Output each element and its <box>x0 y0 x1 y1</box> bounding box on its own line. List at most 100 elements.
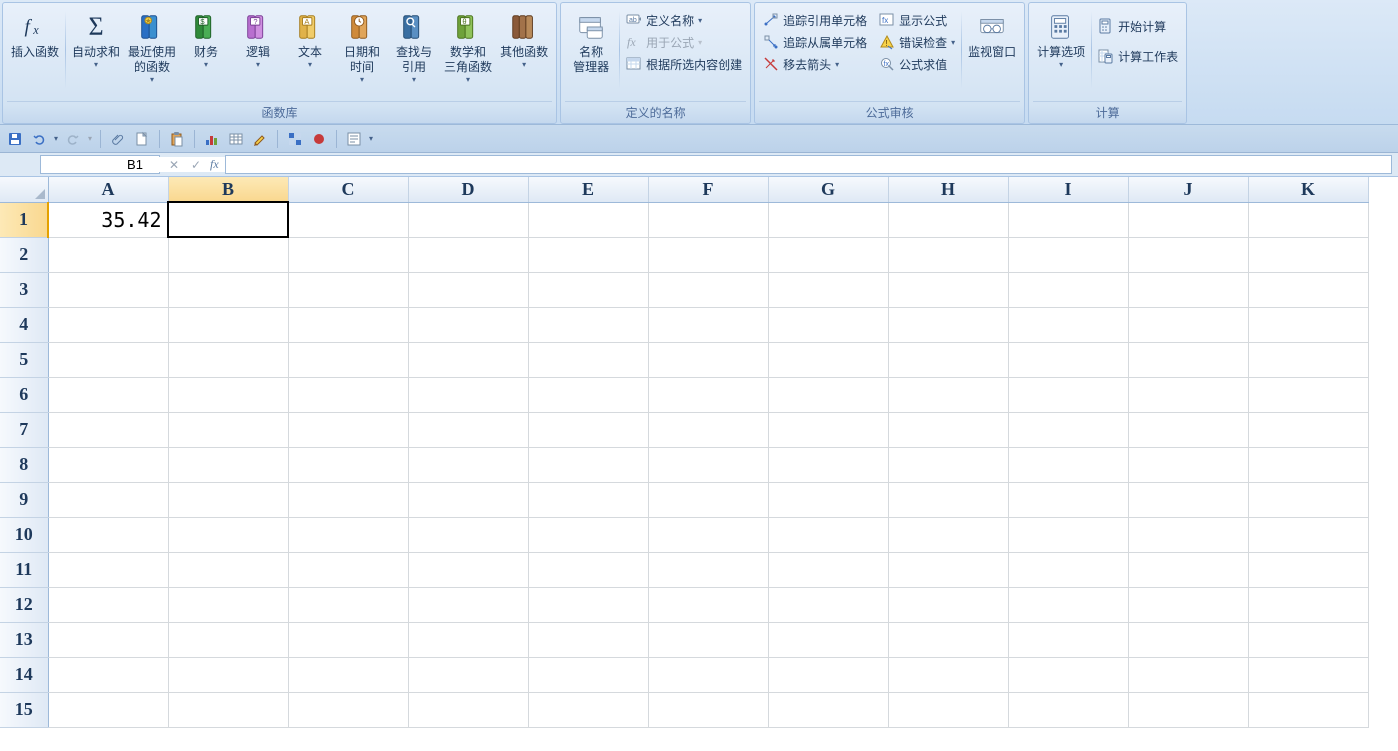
cell-J12[interactable] <box>1128 587 1248 622</box>
cell-B8[interactable] <box>168 447 288 482</box>
cell-G5[interactable] <box>768 342 888 377</box>
properties-icon[interactable] <box>345 130 363 148</box>
column-header-B[interactable]: B <box>168 177 288 202</box>
cell-B9[interactable] <box>168 482 288 517</box>
cell-E15[interactable] <box>528 692 648 727</box>
cell-H15[interactable] <box>888 692 1008 727</box>
watch-window-button[interactable]: 监视窗口 <box>964 5 1020 95</box>
cell-I15[interactable] <box>1008 692 1128 727</box>
row-header-7[interactable]: 7 <box>0 412 48 447</box>
math-button[interactable]: θ 数学和 三角函数 ▾ <box>440 5 496 95</box>
cell-A14[interactable] <box>48 657 168 692</box>
record-macro-icon[interactable] <box>310 130 328 148</box>
cell-A10[interactable] <box>48 517 168 552</box>
column-header-H[interactable]: H <box>888 177 1008 202</box>
redo-icon[interactable] <box>64 130 82 148</box>
cell-H13[interactable] <box>888 622 1008 657</box>
cell-K2[interactable] <box>1248 237 1368 272</box>
cell-F4[interactable] <box>648 307 768 342</box>
cell-J4[interactable] <box>1128 307 1248 342</box>
cell-A9[interactable] <box>48 482 168 517</box>
cell-B11[interactable] <box>168 552 288 587</box>
cell-C13[interactable] <box>288 622 408 657</box>
cell-B14[interactable] <box>168 657 288 692</box>
cancel-icon[interactable]: ✕ <box>166 158 182 172</box>
paste-icon[interactable] <box>168 130 186 148</box>
cell-I12[interactable] <box>1008 587 1128 622</box>
trace-precedents-button[interactable]: 追踪引用单元格 <box>759 9 871 31</box>
cell-G7[interactable] <box>768 412 888 447</box>
cell-E10[interactable] <box>528 517 648 552</box>
formula-bar[interactable] <box>225 155 1392 174</box>
cell-D7[interactable] <box>408 412 528 447</box>
cell-E1[interactable] <box>528 202 648 237</box>
row-header-6[interactable]: 6 <box>0 377 48 412</box>
cell-K4[interactable] <box>1248 307 1368 342</box>
cell-B5[interactable] <box>168 342 288 377</box>
cell-H7[interactable] <box>888 412 1008 447</box>
cell-A6[interactable] <box>48 377 168 412</box>
cell-H11[interactable] <box>888 552 1008 587</box>
cell-B7[interactable] <box>168 412 288 447</box>
cell-F3[interactable] <box>648 272 768 307</box>
calculate-now-button[interactable]: 开始计算 <box>1094 15 1182 37</box>
cell-F11[interactable] <box>648 552 768 587</box>
undo-icon[interactable] <box>30 130 48 148</box>
cell-B13[interactable] <box>168 622 288 657</box>
cell-K14[interactable] <box>1248 657 1368 692</box>
cell-H3[interactable] <box>888 272 1008 307</box>
row-header-1[interactable]: 1 <box>0 202 48 237</box>
insert-function-button[interactable]: fx 插入函数 <box>7 5 63 95</box>
row-header-2[interactable]: 2 <box>0 237 48 272</box>
error-check-button[interactable]: ! 错误检查 ▾ <box>875 31 959 53</box>
cell-I5[interactable] <box>1008 342 1128 377</box>
cell-B15[interactable] <box>168 692 288 727</box>
remove-arrows-button[interactable]: 移去箭头 ▾ <box>759 53 871 75</box>
cell-H9[interactable] <box>888 482 1008 517</box>
cell-G1[interactable] <box>768 202 888 237</box>
cell-J11[interactable] <box>1128 552 1248 587</box>
calculate-sheet-button[interactable]: 计算工作表 <box>1094 45 1182 67</box>
cell-I13[interactable] <box>1008 622 1128 657</box>
cell-B1[interactable] <box>168 202 288 237</box>
cell-J6[interactable] <box>1128 377 1248 412</box>
edit-icon[interactable] <box>251 130 269 148</box>
cell-B3[interactable] <box>168 272 288 307</box>
name-manager-button[interactable]: 名称 管理器 <box>565 5 617 95</box>
pivot-icon[interactable] <box>286 130 304 148</box>
cell-F10[interactable] <box>648 517 768 552</box>
datetime-button[interactable]: 日期和 时间 ▾ <box>336 5 388 95</box>
row-header-13[interactable]: 13 <box>0 622 48 657</box>
cell-E2[interactable] <box>528 237 648 272</box>
cell-E6[interactable] <box>528 377 648 412</box>
cell-E3[interactable] <box>528 272 648 307</box>
cell-D12[interactable] <box>408 587 528 622</box>
cell-D6[interactable] <box>408 377 528 412</box>
cell-B6[interactable] <box>168 377 288 412</box>
cell-B2[interactable] <box>168 237 288 272</box>
cell-A13[interactable] <box>48 622 168 657</box>
cell-D8[interactable] <box>408 447 528 482</box>
save-icon[interactable] <box>6 130 24 148</box>
cell-C2[interactable] <box>288 237 408 272</box>
cell-F8[interactable] <box>648 447 768 482</box>
column-header-A[interactable]: A <box>48 177 168 202</box>
column-header-D[interactable]: D <box>408 177 528 202</box>
cell-E11[interactable] <box>528 552 648 587</box>
cell-I2[interactable] <box>1008 237 1128 272</box>
create-from-selection-button[interactable]: 根据所选内容创建 <box>622 53 746 75</box>
cell-C11[interactable] <box>288 552 408 587</box>
cell-G12[interactable] <box>768 587 888 622</box>
show-formulas-button[interactable]: fx 显示公式 <box>875 9 959 31</box>
row-header-11[interactable]: 11 <box>0 552 48 587</box>
cell-I10[interactable] <box>1008 517 1128 552</box>
cell-F9[interactable] <box>648 482 768 517</box>
cell-J5[interactable] <box>1128 342 1248 377</box>
recent-functions-button[interactable]: 最近使用 的函数 ▾ <box>124 5 180 95</box>
cell-H2[interactable] <box>888 237 1008 272</box>
cell-K12[interactable] <box>1248 587 1368 622</box>
cell-K7[interactable] <box>1248 412 1368 447</box>
column-header-J[interactable]: J <box>1128 177 1248 202</box>
select-all-corner[interactable] <box>0 177 48 202</box>
cell-J10[interactable] <box>1128 517 1248 552</box>
